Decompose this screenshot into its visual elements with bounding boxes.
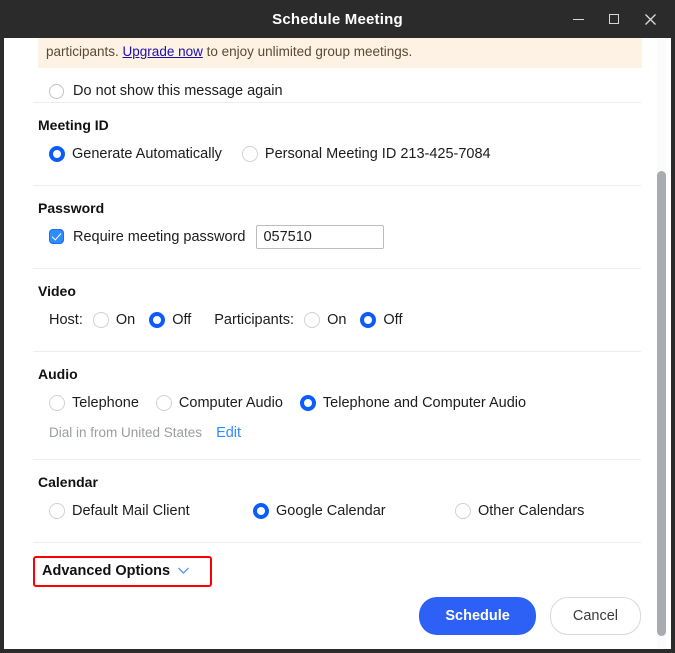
schedule-button[interactable]: Schedule (419, 597, 536, 635)
scrollbar-thumb[interactable] (657, 171, 666, 636)
dialog-content: participants. Upgrade now to enjoy unlim… (4, 38, 671, 649)
video-participants-label: Participants: (214, 311, 295, 328)
radio-personal-meeting-id-label: Personal Meeting ID 213-425-7084 (264, 145, 491, 162)
radio-participants-video-off-label: Off (383, 311, 403, 328)
radio-generate-automatically-label: Generate Automatically (72, 145, 222, 162)
radio-host-video-on[interactable]: On (92, 311, 136, 328)
radio-participants-video-on[interactable]: On (304, 311, 347, 328)
section-audio: Audio Telephone Computer Audio Telephone… (33, 352, 641, 459)
radio-audio-telephone-label: Telephone (72, 394, 139, 411)
calendar-title: Calendar (38, 473, 98, 490)
radio-audio-both-label: Telephone and Computer Audio (322, 394, 527, 411)
radio-host-video-on-dot[interactable] (92, 311, 109, 328)
radio-calendar-google[interactable]: Google Calendar (253, 502, 455, 519)
radio-calendar-other[interactable]: Other Calendars (455, 502, 585, 519)
radio-audio-both[interactable]: Telephone and Computer Audio (299, 394, 527, 411)
radio-personal-meeting-id-dot[interactable] (241, 145, 258, 162)
radio-host-video-off[interactable]: Off (149, 311, 192, 328)
chevron-down-icon (177, 562, 190, 580)
do-not-show-checkbox[interactable] (49, 83, 64, 99)
section-password: Password Require meeting password (33, 186, 641, 268)
schedule-meeting-window: Schedule Meeting participants. Upgrade n… (0, 0, 675, 653)
video-options: Host: On Off Participants: On Off (33, 307, 641, 333)
meeting-id-options: Generate Automatically Personal Meeting … (33, 141, 641, 167)
edit-dial-in-link[interactable]: Edit (216, 425, 241, 441)
section-meeting-id: Meeting ID Generate Automatically Person… (33, 103, 641, 185)
window-title: Schedule Meeting (272, 10, 403, 28)
radio-calendar-other-dot[interactable] (455, 502, 471, 519)
radio-participants-video-off[interactable]: Off (360, 311, 403, 328)
upgrade-now-link[interactable]: Upgrade now (123, 44, 203, 59)
audio-title: Audio (38, 365, 78, 382)
video-host-label: Host: (49, 311, 83, 328)
audio-dial-in-row: Dial in from United States Edit (33, 423, 641, 443)
section-calendar: Calendar Default Mail Client Google Cale… (33, 460, 641, 542)
cancel-button[interactable]: Cancel (549, 597, 641, 635)
radio-calendar-default-mail[interactable]: Default Mail Client (49, 502, 253, 519)
radio-generate-automatically[interactable]: Generate Automatically (49, 145, 222, 162)
do-not-show-label: Do not show this message again (73, 83, 283, 100)
banner-text-after: to enjoy unlimited group meetings. (202, 44, 413, 59)
radio-audio-computer-dot[interactable] (155, 394, 172, 411)
upgrade-banner: participants. Upgrade now to enjoy unlim… (38, 38, 642, 68)
radio-audio-computer-label: Computer Audio (178, 394, 283, 411)
radio-calendar-other-label: Other Calendars (478, 502, 585, 519)
password-row: Require meeting password (33, 224, 641, 250)
radio-calendar-default-mail-label: Default Mail Client (72, 502, 190, 519)
do-not-show-row[interactable]: Do not show this message again (33, 68, 641, 102)
window-controls (561, 0, 667, 38)
require-password-label: Require meeting password (73, 228, 246, 245)
radio-audio-telephone-dot[interactable] (49, 394, 65, 411)
titlebar[interactable]: Schedule Meeting (0, 0, 675, 38)
require-password-checkbox[interactable] (49, 229, 64, 245)
radio-generate-automatically-dot[interactable] (49, 145, 65, 162)
radio-calendar-default-mail-dot[interactable] (49, 502, 65, 519)
section-video: Video Host: On Off Participants: On Off (33, 269, 641, 351)
meeting-id-title: Meeting ID (38, 116, 109, 133)
radio-personal-meeting-id[interactable]: Personal Meeting ID 213-425-7084 (241, 145, 491, 162)
radio-audio-telephone[interactable]: Telephone (49, 394, 139, 411)
dialog-footer: Schedule Cancel (419, 597, 641, 635)
radio-host-video-off-label: Off (172, 311, 192, 328)
radio-calendar-google-label: Google Calendar (276, 502, 386, 519)
minimize-icon[interactable] (561, 2, 595, 36)
video-title: Video (38, 282, 76, 299)
dialog-body: participants. Upgrade now to enjoy unlim… (0, 38, 675, 653)
maximize-icon[interactable] (597, 2, 631, 36)
radio-audio-both-dot[interactable] (299, 394, 316, 411)
advanced-options-wrap: Advanced Options (33, 543, 641, 587)
banner-text-before: participants. (46, 44, 123, 59)
radio-participants-video-on-label: On (327, 311, 347, 328)
radio-participants-video-off-dot[interactable] (360, 311, 377, 328)
password-title: Password (38, 199, 105, 216)
dial-in-text: Dial in from United States (49, 425, 203, 441)
meeting-password-input[interactable] (256, 224, 385, 249)
radio-host-video-on-label: On (115, 311, 136, 328)
close-icon[interactable] (633, 2, 667, 36)
radio-host-video-off-dot[interactable] (149, 311, 166, 328)
radio-participants-video-on-dot[interactable] (304, 311, 321, 328)
radio-audio-computer[interactable]: Computer Audio (155, 394, 283, 411)
advanced-options-toggle[interactable]: Advanced Options (33, 555, 213, 587)
advanced-options-label: Advanced Options (42, 562, 171, 579)
calendar-options: Default Mail Client Google Calendar Othe… (33, 498, 641, 524)
radio-calendar-google-dot[interactable] (253, 502, 269, 519)
audio-options: Telephone Computer Audio Telephone and C… (33, 390, 641, 416)
